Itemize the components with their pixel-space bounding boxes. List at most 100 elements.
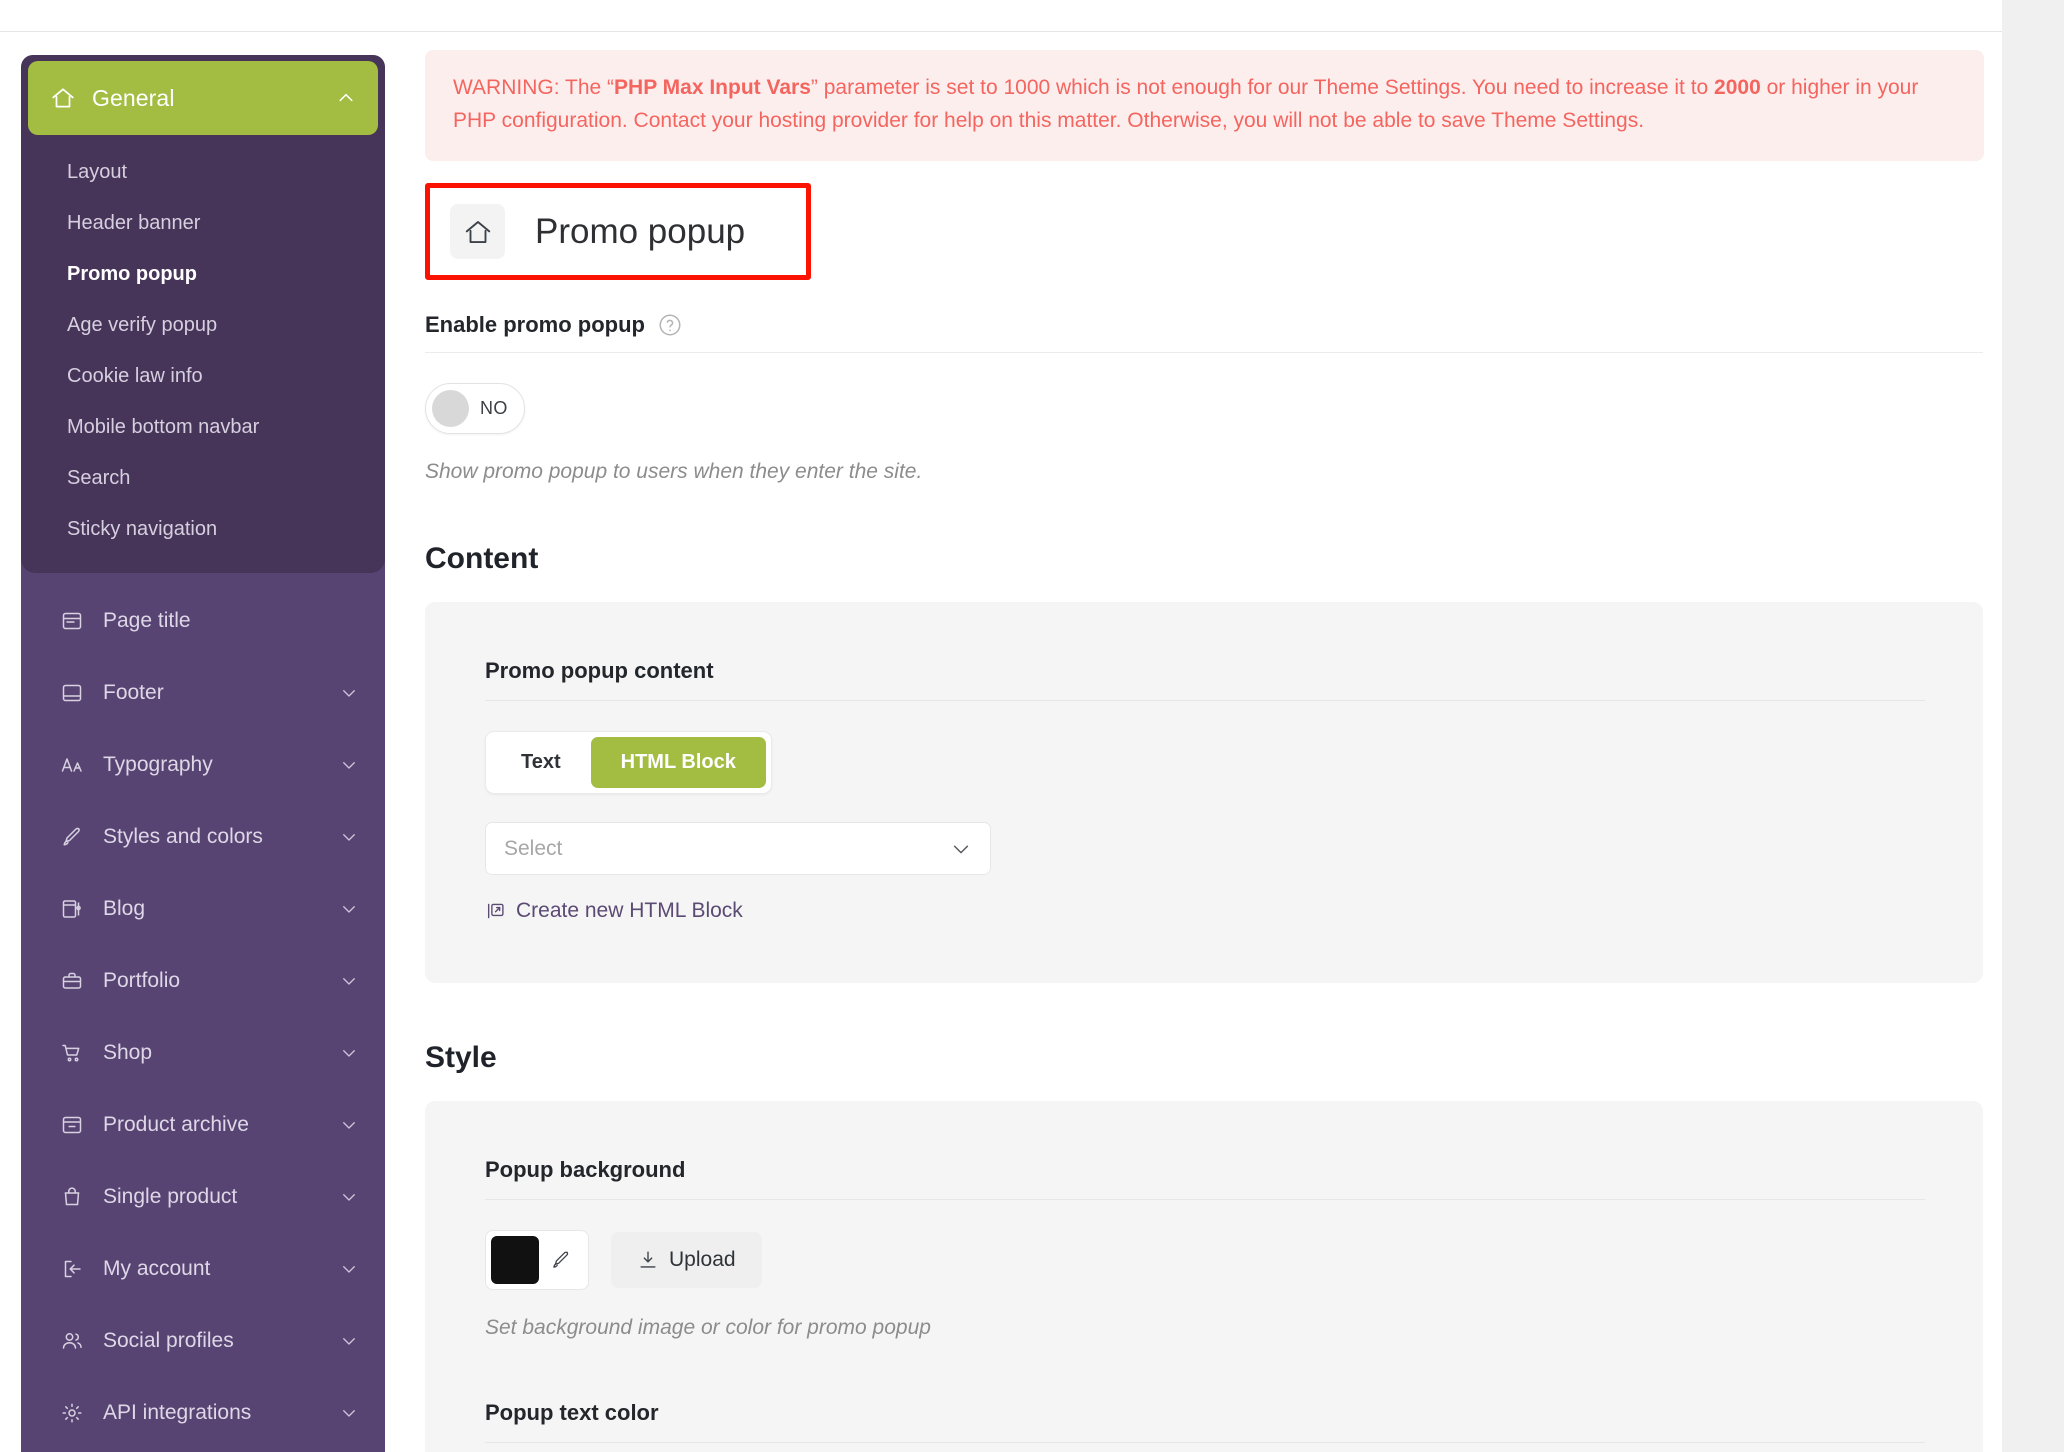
chevron-down-icon xyxy=(950,838,972,860)
enable-promo-popup-toggle[interactable]: NO xyxy=(425,383,525,435)
sidebar-item-product-archive[interactable]: Product archive xyxy=(21,1089,385,1161)
content-card: Promo popup content Text HTML Block Sele… xyxy=(425,602,1983,984)
brush-icon[interactable] xyxy=(539,1236,583,1284)
sidebar-item-single-product[interactable]: Single product xyxy=(21,1161,385,1233)
enable-promo-popup-label: Enable promo popup xyxy=(425,312,645,338)
sidebar-item-social-profiles[interactable]: Social profiles xyxy=(21,1305,385,1377)
enable-promo-popup-label-row: Enable promo popup xyxy=(425,312,1983,354)
toggle-knob xyxy=(432,390,469,428)
sidebar-item-shop[interactable]: Shop xyxy=(21,1017,385,1089)
sidebar-item-label: Promo popup xyxy=(67,263,197,285)
content-type-html-block-button[interactable]: HTML Block xyxy=(590,737,766,789)
page-title: Promo popup xyxy=(535,211,746,251)
content-section-title: Content xyxy=(425,542,539,576)
sidebar-item-header-banner[interactable]: Header banner xyxy=(21,198,385,249)
top-divider xyxy=(0,31,2002,32)
chevron-up-icon[interactable] xyxy=(336,88,356,108)
page-title-highlight: Promo popup xyxy=(425,183,811,281)
sidebar-item-label: Header banner xyxy=(67,212,201,234)
sidebar-item-label: Layout xyxy=(67,161,128,183)
sidebar-item-blog[interactable]: Blog xyxy=(21,873,385,945)
settings-main: WARNING: The “PHP Max Input Vars” parame… xyxy=(425,50,1985,1452)
popup-text-color-label: Popup text color xyxy=(485,1400,659,1426)
sidebar-item-age-verify-popup[interactable]: Age verify popup xyxy=(21,300,385,351)
sidebar-group-label: General xyxy=(92,84,175,111)
archive-icon xyxy=(59,1112,85,1138)
chevron-down-icon[interactable] xyxy=(339,1403,359,1423)
cart-icon xyxy=(59,1040,85,1066)
sidebar-item-sticky-navigation[interactable]: Sticky navigation xyxy=(21,504,385,555)
briefcase-icon xyxy=(59,968,85,994)
gear-icon xyxy=(59,1400,85,1426)
sidebar-item-styles-and-colors[interactable]: Styles and colors xyxy=(21,801,385,873)
sidebar-item-typography[interactable]: Typography xyxy=(21,729,385,801)
download-icon xyxy=(637,1249,659,1271)
settings-sidebar: General Layout Header banner Promo popup… xyxy=(21,55,385,1452)
html-block-select[interactable]: Select xyxy=(485,822,991,876)
footer-icon xyxy=(59,680,85,706)
warning-prefix: WARNING: The “ xyxy=(453,76,615,99)
content-type-text-button[interactable]: Text xyxy=(491,737,591,788)
warning-mid: ” parameter is set to 1000 which is not … xyxy=(810,76,1715,99)
sidebar-item-label: Blog xyxy=(103,897,146,920)
sidebar-item-promo-popup[interactable]: Promo popup xyxy=(21,249,385,300)
bag-icon xyxy=(59,1184,85,1210)
sidebar-item-label: Product archive xyxy=(103,1113,249,1136)
sidebar-item-api-integrations[interactable]: API integrations xyxy=(21,1377,385,1449)
chevron-down-icon[interactable] xyxy=(339,899,359,919)
page-title-icon xyxy=(59,608,85,634)
question-circle-icon[interactable] xyxy=(657,312,683,338)
color-swatch[interactable] xyxy=(491,1236,539,1285)
chevron-down-icon[interactable] xyxy=(339,1043,359,1063)
sidebar-item-label: Portfolio xyxy=(103,969,181,992)
login-icon xyxy=(59,1256,85,1282)
app-root: General Layout Header banner Promo popup… xyxy=(0,0,2064,1452)
sidebar-item-label: Search xyxy=(67,467,131,489)
sidebar-item-label: Single product xyxy=(103,1185,238,1208)
sidebar-item-label: Page title xyxy=(103,609,191,632)
no-caret xyxy=(339,611,359,631)
chevron-down-icon[interactable] xyxy=(339,827,359,847)
chevron-down-icon[interactable] xyxy=(339,1187,359,1207)
sidebar-item-cookie-law-info[interactable]: Cookie law info xyxy=(21,351,385,402)
sidebar-item-search[interactable]: Search xyxy=(21,453,385,504)
sidebar-item-label: Cookie law info xyxy=(67,365,203,387)
content-type-toggle-group: Text HTML Block xyxy=(485,731,772,795)
home-icon xyxy=(50,85,76,111)
chevron-down-icon[interactable] xyxy=(339,1259,359,1279)
promo-popup-content-label: Promo popup content xyxy=(485,658,714,684)
sidebar-nav-list: Page title Footer Typography Styles and … xyxy=(21,585,385,1449)
sidebar-item-label: Shop xyxy=(103,1041,153,1064)
create-new-html-block-link[interactable]: Create new HTML Block xyxy=(485,899,743,923)
chevron-down-icon[interactable] xyxy=(339,971,359,991)
blog-icon xyxy=(59,896,85,922)
sidebar-item-layout[interactable]: Layout xyxy=(21,147,385,198)
sidebar-item-mobile-bottom-navbar[interactable]: Mobile bottom navbar xyxy=(21,402,385,453)
chevron-down-icon[interactable] xyxy=(339,683,359,703)
promo-popup-content-label-row: Promo popup content xyxy=(485,658,1925,702)
sidebar-group-header-general[interactable]: General xyxy=(28,61,378,135)
chevron-down-icon[interactable] xyxy=(339,1115,359,1135)
toggle-value: NO xyxy=(480,398,508,419)
warning-bold-value: 2000 xyxy=(1714,76,1761,99)
sidebar-item-label: Sticky navigation xyxy=(67,518,218,540)
popup-background-hint: Set background image or color for promo … xyxy=(485,1316,931,1340)
sidebar-item-label: Footer xyxy=(103,681,164,704)
sidebar-item-label: Mobile bottom navbar xyxy=(67,416,260,438)
sidebar-item-footer[interactable]: Footer xyxy=(21,657,385,729)
chevron-down-icon[interactable] xyxy=(339,755,359,775)
sidebar-item-my-account[interactable]: My account xyxy=(21,1233,385,1305)
popup-background-label-row: Popup background xyxy=(485,1157,1925,1201)
sidebar-item-portfolio[interactable]: Portfolio xyxy=(21,945,385,1017)
sidebar-item-label: My account xyxy=(103,1257,211,1280)
sidebar-item-page-title[interactable]: Page title xyxy=(21,585,385,657)
sidebar-sub-list: Layout Header banner Promo popup Age ver… xyxy=(21,147,385,555)
popup-background-color-picker[interactable] xyxy=(485,1230,589,1291)
chevron-down-icon[interactable] xyxy=(339,1331,359,1351)
home-icon xyxy=(450,204,505,260)
popup-background-controls: Upload xyxy=(485,1230,1923,1291)
popup-background-label: Popup background xyxy=(485,1157,686,1183)
create-new-html-block-label: Create new HTML Block xyxy=(516,899,743,923)
popup-background-upload-button[interactable]: Upload xyxy=(611,1232,762,1289)
page-gutter xyxy=(2002,0,2064,1452)
